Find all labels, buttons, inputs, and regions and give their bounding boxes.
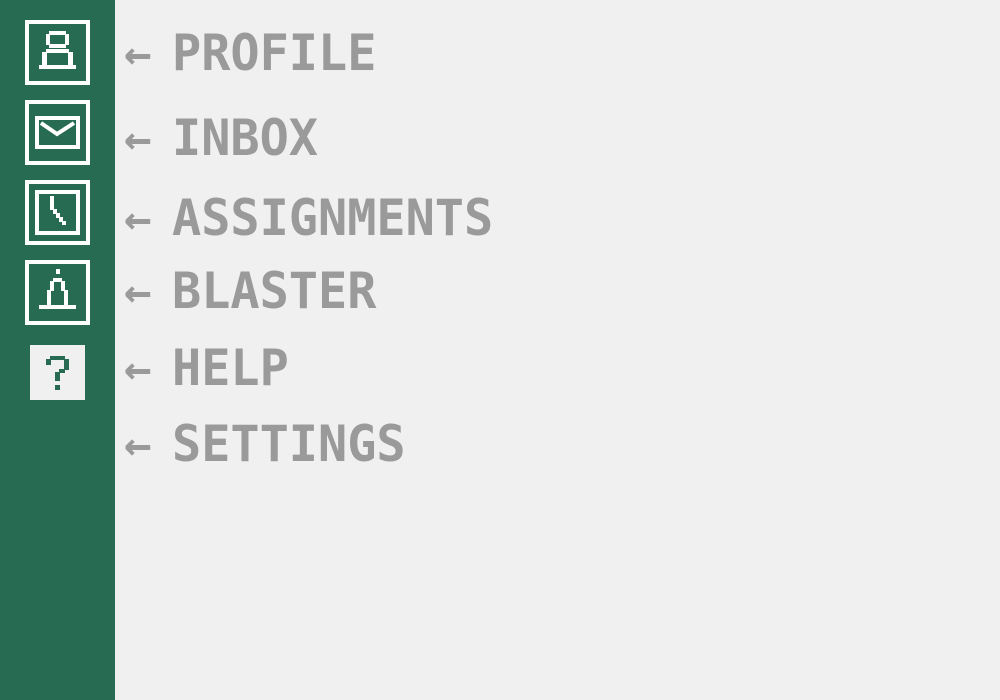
- question-mark-icon: [30, 345, 85, 400]
- menu-item-label: HELP: [172, 339, 289, 397]
- arrow-left-icon: ←: [124, 111, 152, 165]
- compass-icon: [25, 260, 90, 325]
- person-icon: [25, 20, 90, 85]
- inbox-nav-button[interactable]: [25, 100, 90, 165]
- menu-item-label: BLASTER: [172, 262, 377, 320]
- menu-item-inbox[interactable]: ← INBOX: [124, 113, 323, 163]
- menu-item-assignments[interactable]: ← ASSIGNMENTS: [124, 193, 503, 243]
- arrow-left-icon: ←: [124, 26, 152, 80]
- menu-item-label: PROFILE: [172, 24, 377, 82]
- arrow-left-icon: ←: [124, 191, 152, 245]
- menu-item-help[interactable]: ← HELP: [124, 343, 292, 393]
- menu-item-profile[interactable]: ← PROFILE: [124, 28, 383, 78]
- arrow-left-icon: ←: [124, 417, 152, 471]
- profile-nav-button[interactable]: [25, 20, 90, 85]
- menu-item-label: INBOX: [172, 109, 319, 167]
- clock-icon: [25, 180, 90, 245]
- sidebar: [0, 0, 115, 700]
- arrow-left-icon: ←: [124, 264, 152, 318]
- menu-item-blaster[interactable]: ← BLASTER: [124, 266, 383, 316]
- help-nav-button[interactable]: [30, 345, 85, 400]
- menu-item-settings[interactable]: ← SETTINGS: [124, 419, 413, 469]
- app-screen: ← PROFILE ← INBOX ← ASSIGNMENTS ← BLASTE…: [0, 0, 1000, 700]
- arrow-left-icon: ←: [124, 341, 152, 395]
- assignments-nav-button[interactable]: [25, 180, 90, 245]
- blaster-nav-button[interactable]: [25, 260, 90, 325]
- envelope-icon: [25, 100, 90, 165]
- menu-item-label: ASSIGNMENTS: [172, 189, 494, 247]
- menu-item-label: SETTINGS: [172, 415, 406, 473]
